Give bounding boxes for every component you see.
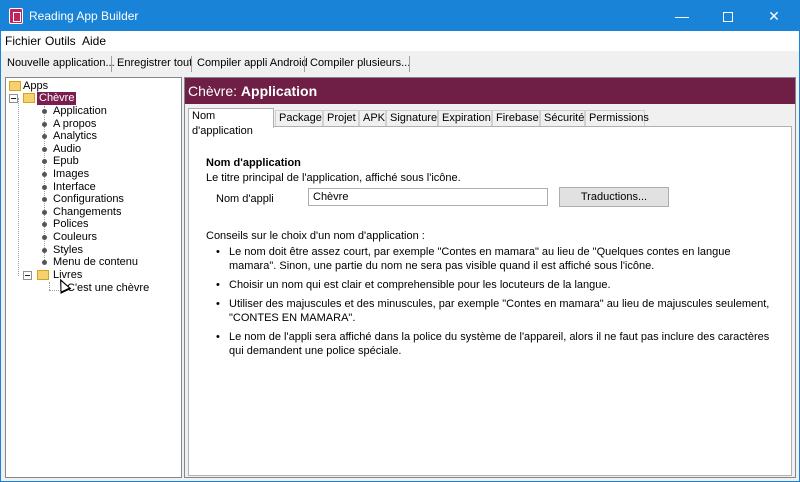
bullet-icon: [42, 122, 47, 127]
tab-projet[interactable]: Projet: [323, 110, 359, 127]
tree-app-chevre[interactable]: Chèvre: [37, 92, 77, 105]
toolbar-separator: [191, 56, 192, 72]
menu-aide[interactable]: Aide: [82, 34, 106, 48]
close-button[interactable]: ✕: [751, 1, 797, 31]
bullet-icon: [42, 109, 47, 114]
page-title-name: Application: [240, 83, 318, 99]
advice-item: Choisir un nom qui est clair et comprehe…: [216, 278, 776, 292]
collapse-icon[interactable]: [9, 94, 18, 103]
folder-icon: [23, 93, 35, 103]
main-panel: Chèvre: Application Nom d'application Pa…: [184, 77, 796, 478]
toolbar-separator: [304, 56, 305, 72]
bullet-icon: [42, 172, 47, 177]
minimize-button[interactable]: —: [659, 1, 705, 31]
advice-list: Le nom doit être assez court, par exempl…: [216, 245, 776, 363]
maximize-icon: [723, 12, 733, 23]
tab-content: Nom d'application Le titre principal de …: [188, 126, 792, 476]
menu-fichier[interactable]: Fichier: [5, 34, 41, 48]
toolbar-separator: [409, 56, 410, 72]
maximize-button[interactable]: [705, 1, 751, 31]
tree-book-item[interactable]: C'est une chèvre: [67, 282, 149, 295]
tree-item-configurations[interactable]: Configurations: [53, 193, 124, 206]
app-name-label: Nom d'appli: [216, 193, 274, 205]
folder-icon: [37, 270, 49, 280]
advice-item: Le nom doit être assez court, par exempl…: [216, 245, 776, 273]
window-title: Reading App Builder: [29, 9, 139, 23]
tab-signature[interactable]: Signature: [386, 110, 438, 127]
tab-nom-application[interactable]: Nom d'application: [188, 108, 274, 137]
bullet-icon: [42, 159, 47, 164]
tree-item-polices[interactable]: Polices: [53, 218, 88, 231]
section-description: Le titre principal de l'application, aff…: [206, 172, 461, 184]
bullet-icon: [42, 222, 47, 227]
translations-button[interactable]: Traductions...: [559, 187, 669, 207]
tree-item-images[interactable]: Images: [53, 168, 89, 181]
bullet-icon: [42, 210, 47, 215]
compile-android-button[interactable]: Compiler appli Android: [194, 55, 311, 73]
tab-securite[interactable]: Sécurité: [540, 110, 585, 127]
bullet-icon: [42, 248, 47, 253]
tree-connector: [49, 282, 50, 290]
page-title-prefix: Chèvre:: [188, 83, 238, 99]
advice-item: Utiliser des majuscules et des minuscule…: [216, 297, 776, 325]
bullet-icon: [42, 147, 47, 152]
app-window: Reading App Builder — ✕ Fichier Outils A…: [0, 0, 800, 482]
new-application-button[interactable]: Nouvelle application...: [4, 55, 118, 73]
tree-connector: [18, 98, 19, 276]
folder-icon: [9, 81, 21, 91]
advice-title: Conseils sur le choix d'un nom d'applica…: [206, 230, 425, 242]
save-all-button[interactable]: Enregistrer tout: [114, 55, 195, 73]
bullet-icon: [42, 134, 47, 139]
tab-permissions[interactable]: Permissions: [585, 110, 649, 127]
bullet-icon: [42, 197, 47, 202]
toolbar: Nouvelle application... Enregistrer tout…: [1, 53, 799, 75]
app-logo-icon: [9, 8, 23, 24]
bullet-icon: [42, 185, 47, 190]
tree-item-menu-contenu[interactable]: Menu de contenu: [53, 256, 138, 269]
tree-item-couleurs[interactable]: Couleurs: [53, 231, 97, 244]
menu-outils[interactable]: Outils: [45, 34, 76, 48]
toolbar-separator: [111, 56, 112, 72]
advice-item: Le nom de l'appli sera affiché dans la p…: [216, 330, 776, 358]
tree-item-analytics[interactable]: Analytics: [53, 130, 97, 143]
menu-bar: Fichier Outils Aide: [1, 31, 799, 51]
tree-item-epub[interactable]: Epub: [53, 155, 79, 168]
tree-item-application[interactable]: Application: [53, 105, 107, 118]
bullet-icon: [42, 260, 47, 265]
bullet-icon: [42, 235, 47, 240]
section-title: Nom d'application: [206, 157, 301, 169]
tab-package[interactable]: Package: [275, 110, 323, 127]
tab-apk[interactable]: APK: [359, 110, 386, 127]
compile-multiple-button[interactable]: Compiler plusieurs...: [307, 55, 413, 73]
tab-expiration[interactable]: Expiration: [438, 110, 492, 127]
tab-firebase[interactable]: Firebase: [492, 110, 540, 127]
app-tree[interactable]: Apps Chèvre Application A propos Analyti…: [5, 77, 182, 478]
page-title: Chèvre: Application: [185, 78, 795, 104]
title-bar[interactable]: Reading App Builder — ✕: [1, 1, 799, 31]
collapse-icon[interactable]: [23, 271, 32, 280]
app-name-input[interactable]: [308, 188, 548, 206]
